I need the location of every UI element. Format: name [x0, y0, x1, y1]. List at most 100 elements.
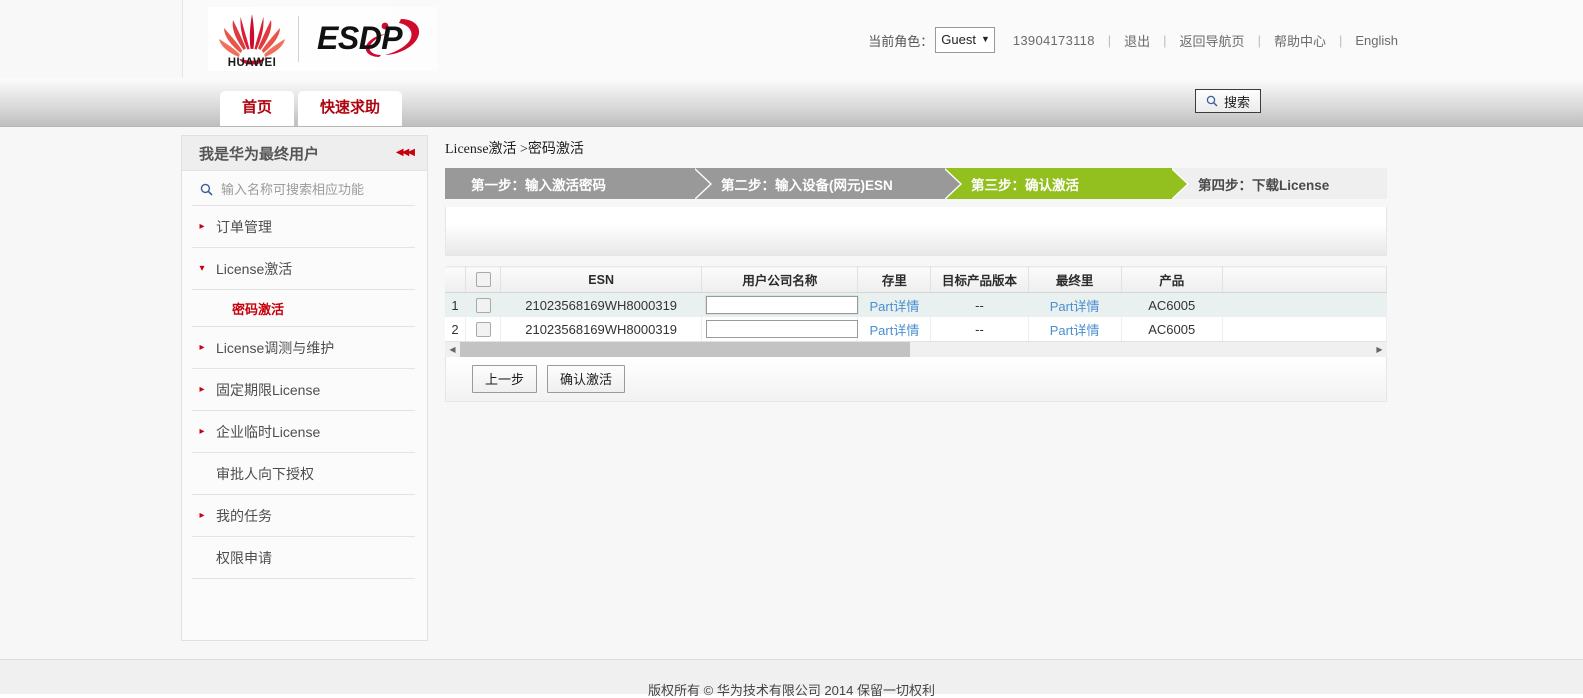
header-separator: |: [1338, 32, 1343, 48]
row-index: 2: [445, 317, 467, 341]
page-root: HUAWEI ESDP 当前角色： Guest ▼ 13904173118 | …: [0, 0, 1583, 698]
sidebar-item-permission-request[interactable]: ▸ 权限申请: [192, 537, 415, 579]
sidebar-group-license-activation: ▾ License激活 密码激活: [182, 248, 427, 327]
main-content: License激活 >密码激活 第一步：输入激活密码 第二步：输入设备(网元)E…: [445, 140, 1388, 402]
row-target-version: --: [930, 317, 1029, 341]
chevron-placeholder-icon: ▸: [194, 468, 210, 479]
wizard-step-2[interactable]: 第二步：输入设备(网元)ESN: [695, 168, 962, 199]
sidebar-search[interactable]: [192, 173, 415, 206]
col-select-all: [465, 266, 502, 293]
row-checkbox[interactable]: [475, 298, 491, 314]
row-company-cell: [701, 292, 859, 317]
empty-panel: [445, 207, 1387, 256]
esn-table-body: 1 21023568169WH8000319 Part详情 -- Part详情 …: [445, 292, 1388, 341]
chevron-placeholder-icon: ▸: [194, 552, 210, 563]
chevron-right-icon: ▸: [199, 426, 205, 437]
tab-quick-help[interactable]: 快速求助: [298, 91, 403, 126]
back-to-nav-link[interactable]: 返回导航页: [1180, 31, 1245, 50]
sidebar-subitem-label: 密码激活: [232, 301, 285, 317]
sidebar-item-fixed-term-license[interactable]: ▸ 固定期限License: [192, 369, 415, 411]
page-header: HUAWEI ESDP 当前角色： Guest ▼ 13904173118 | …: [0, 0, 1583, 79]
wizard-step-1-label: 第一步：输入激活密码: [471, 177, 606, 193]
wizard-steps: 第一步：输入激活密码 第二步：输入设备(网元)ESN 第三步：确认激活 第四步：…: [445, 168, 1387, 199]
table-row[interactable]: 1 21023568169WH8000319 Part详情 -- Part详情 …: [445, 292, 1388, 317]
select-all-checkbox[interactable]: [475, 272, 491, 288]
part-detail-link[interactable]: Part详情: [1050, 323, 1100, 338]
collapse-sidebar-icon[interactable]: ◀◀◀: [396, 148, 415, 158]
row-product: AC6005: [1121, 292, 1223, 317]
company-name-input[interactable]: [706, 320, 859, 338]
wizard-step-1[interactable]: 第一步：输入激活密码: [445, 168, 712, 199]
row-tail: [1222, 292, 1388, 317]
row-company-cell: [701, 317, 859, 341]
table-horizontal-scrollbar[interactable]: ◀ ▶: [445, 341, 1387, 357]
col-stock: 存里: [857, 266, 932, 293]
part-detail-link[interactable]: Part详情: [1050, 299, 1100, 314]
tab-home[interactable]: 首页: [220, 91, 295, 126]
chevron-right-icon: ▸: [199, 342, 205, 353]
role-select-value: Guest: [941, 32, 976, 47]
sidebar-item-label: 企业临时License: [216, 423, 321, 440]
row-checkbox[interactable]: [475, 322, 491, 338]
sidebar-header: 我是华为最终用户 ◀◀◀: [182, 136, 427, 171]
col-final-amount: 最终里: [1028, 266, 1122, 293]
nav-tabs: 首页 快速求助: [220, 91, 406, 126]
sidebar: 我是华为最终用户 ◀◀◀ ▸ 订单管理 ▾ License激活 密码激活: [181, 135, 428, 641]
sidebar-item-license-activation[interactable]: ▾ License激活: [192, 248, 415, 290]
sidebar-item-enterprise-temp-license[interactable]: ▸ 企业临时License: [192, 411, 415, 453]
role-label: 当前角色：: [868, 33, 934, 49]
language-link[interactable]: English: [1355, 33, 1398, 48]
search-icon: [200, 183, 213, 196]
wizard-step-3[interactable]: 第三步：确认激活: [945, 168, 1189, 199]
chevron-right-icon: ▸: [199, 510, 205, 521]
company-name-input[interactable]: [706, 296, 859, 314]
esn-table-wrapper: ESN 用户公司名称 存里 目标产品版本 最终里 产品 1 2102356816…: [445, 266, 1388, 357]
part-detail-link[interactable]: Part详情: [870, 323, 920, 338]
header-separator: |: [1163, 32, 1167, 48]
header-separator: |: [1107, 32, 1112, 48]
sidebar-item-label: 固定期限License: [216, 381, 321, 398]
role-select[interactable]: Guest ▼: [935, 27, 995, 53]
sidebar-item-license-debug-maintain[interactable]: ▸ License调测与维护: [192, 327, 415, 369]
row-esn: 21023568169WH8000319: [500, 317, 703, 341]
sidebar-item-order-management[interactable]: ▸ 订单管理: [192, 206, 415, 248]
scroll-right-arrow-icon[interactable]: ▶: [1372, 342, 1387, 357]
part-detail-link[interactable]: Part详情: [870, 299, 920, 314]
chevron-down-icon: ▼: [980, 34, 990, 44]
sidebar-subitem-password-activation[interactable]: 密码激活: [192, 290, 415, 326]
logout-link[interactable]: 退出: [1124, 31, 1150, 50]
col-tail: [1222, 266, 1388, 293]
breadcrumb: License激活 >密码激活: [445, 142, 584, 157]
svg-text:ESDP: ESDP: [317, 20, 403, 56]
nav-bar: 首页 快速求助 搜索: [0, 78, 1583, 127]
scrollbar-thumb[interactable]: [460, 342, 910, 357]
previous-step-button[interactable]: 上一步: [472, 365, 538, 393]
brand-logos: HUAWEI ESDP: [208, 7, 438, 71]
page-footer: 版权所有 © 华为技术有限公司 2014 保留一切权利: [0, 659, 1583, 698]
col-target-version: 目标产品版本: [930, 266, 1029, 293]
logo-divider: [298, 16, 299, 62]
chevron-down-icon: ▾: [199, 263, 205, 274]
help-center-link[interactable]: 帮助中心: [1274, 31, 1326, 50]
wizard-step-2-label: 第二步：输入设备(网元)ESN: [721, 177, 893, 193]
scroll-left-arrow-icon[interactable]: ◀: [445, 342, 460, 357]
row-final-cell: Part详情: [1028, 317, 1122, 341]
col-index: [445, 266, 467, 293]
chevron-right-icon: ▸: [199, 221, 205, 232]
col-product: 产品: [1121, 266, 1223, 293]
tab-home-label: 首页: [242, 99, 273, 116]
row-stock-cell: Part详情: [857, 317, 932, 341]
huawei-logo-icon: HUAWEI: [216, 10, 288, 68]
sidebar-item-my-tasks[interactable]: ▸ 我的任务: [192, 495, 415, 537]
table-row[interactable]: 2 21023568169WH8000319 Part详情 -- Part详情 …: [445, 317, 1388, 341]
sidebar-item-label: 我的任务: [216, 507, 272, 524]
confirm-activation-button[interactable]: 确认激活: [547, 365, 626, 393]
table-header-row: ESN 用户公司名称 存里 目标产品版本 最终里 产品: [445, 266, 1388, 293]
search-icon: [1206, 95, 1218, 107]
sidebar-item-approver-delegation[interactable]: ▸ 审批人向下授权: [192, 453, 415, 495]
header-separator: |: [1257, 32, 1261, 48]
sidebar-search-input[interactable]: [219, 180, 403, 198]
row-tail: [1222, 317, 1388, 341]
wizard-step-4[interactable]: 第四步：下载License: [1172, 168, 1387, 199]
search-button[interactable]: 搜索: [1194, 89, 1261, 113]
